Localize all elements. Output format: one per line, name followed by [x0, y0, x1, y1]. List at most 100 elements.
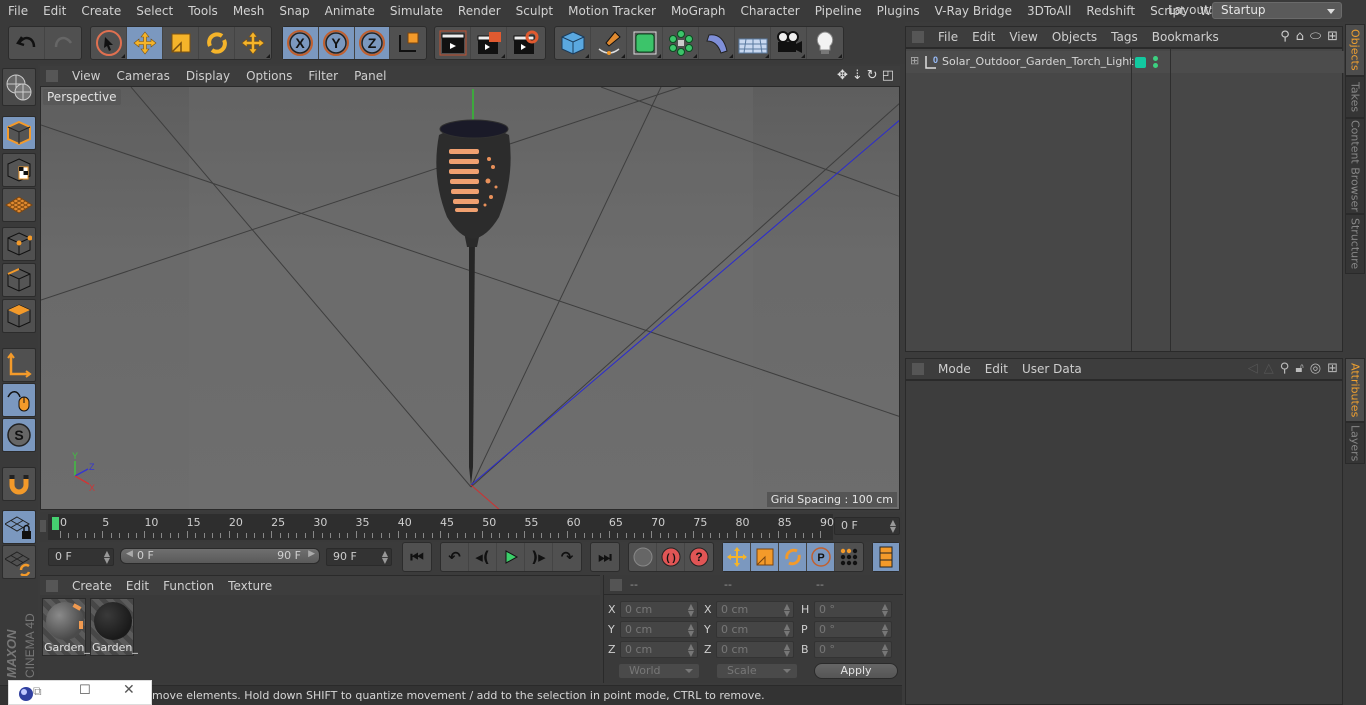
material-menu-create[interactable]: Create	[64, 579, 118, 593]
coord-input-field[interactable]: 0 cm ▲ ▼	[716, 601, 794, 618]
key-position-button[interactable]	[723, 543, 751, 571]
viewport-menu-filter[interactable]: Filter	[300, 69, 346, 83]
menu-simulate[interactable]: Simulate	[382, 4, 450, 18]
coordinate-system-button[interactable]	[390, 27, 426, 59]
range-right-arrow-icon[interactable]: ▶	[308, 549, 315, 559]
om-menu-bookmarks[interactable]: Bookmarks	[1144, 30, 1225, 44]
key-rotation-button[interactable]	[779, 543, 807, 571]
menu-sculpt[interactable]: Sculpt	[508, 4, 560, 18]
z-axis-button[interactable]: Z	[354, 27, 391, 59]
material-swatch[interactable]: Garden_	[90, 598, 138, 656]
range-left-arrow-icon[interactable]: ◀	[126, 549, 133, 559]
column-divider[interactable]	[1170, 49, 1171, 351]
spinner-icon[interactable]: ▲ ▼	[688, 623, 694, 638]
workplane-rotate-button[interactable]	[2, 545, 36, 579]
recent-tool-button[interactable]	[235, 27, 271, 59]
layer-color-swatch[interactable]	[1135, 57, 1146, 68]
object-name[interactable]: Solar_Outdoor_Garden_Torch_Light	[942, 55, 1134, 68]
menu-character[interactable]: Character	[732, 4, 806, 18]
viewport-menu-cameras[interactable]: Cameras	[108, 69, 177, 83]
deformer-button[interactable]	[699, 27, 735, 59]
undo-button[interactable]	[9, 27, 45, 59]
coord-input-field[interactable]: 0 cm ▲ ▼	[620, 621, 698, 638]
points-mode-button[interactable]	[2, 227, 36, 261]
workplane-lock-button[interactable]	[2, 510, 36, 544]
material-swatch[interactable]: Garden_	[42, 598, 90, 656]
polygons-mode-button[interactable]	[2, 299, 36, 333]
key-parameter-button[interactable]: P	[807, 543, 835, 571]
play-button[interactable]	[497, 543, 525, 571]
tab-attributes[interactable]: Attributes	[1345, 358, 1365, 422]
coord-input-field[interactable]: 0 cm ▲ ▼	[620, 601, 698, 618]
key-scale-button[interactable]	[751, 543, 779, 571]
panel-grip[interactable]	[912, 31, 924, 43]
target-icon[interactable]: ◎	[1310, 361, 1321, 376]
menu-mograph[interactable]: MoGraph	[663, 4, 733, 18]
subdivision-button[interactable]	[627, 27, 663, 59]
am-menu-mode[interactable]: Mode	[930, 362, 977, 376]
tweak-mode-button[interactable]	[2, 383, 36, 417]
autokeying-button[interactable]: ( )	[657, 543, 685, 571]
axis-mode-button[interactable]	[2, 348, 36, 382]
model-mode-button[interactable]	[2, 116, 36, 150]
menu-edit[interactable]: Edit	[35, 4, 73, 18]
camera-label[interactable]: Perspective	[43, 89, 121, 105]
floor-button[interactable]	[735, 27, 771, 59]
render-view-button[interactable]	[435, 27, 471, 59]
keyframe-selection-button[interactable]: ?	[685, 543, 713, 571]
spinner-icon[interactable]: ▲ ▼	[784, 603, 790, 618]
close-icon[interactable]: ✕	[123, 682, 135, 698]
am-menu-edit[interactable]: Edit	[977, 362, 1014, 376]
menu-select[interactable]: Select	[128, 4, 180, 18]
key-pla-button[interactable]	[835, 543, 863, 571]
menu-tools[interactable]: Tools	[180, 4, 225, 18]
coord-input-field[interactable]: 0 ° ▲ ▼	[814, 621, 892, 638]
coordinate-mode-select[interactable]: Scale	[716, 663, 798, 679]
render-picture-viewer-button[interactable]	[471, 27, 507, 59]
frame-range-slider[interactable]: ◀ 0 F 90 F ▶	[120, 548, 320, 564]
expand-icon[interactable]: ⊞	[910, 54, 919, 67]
menu-create[interactable]: Create	[73, 4, 128, 18]
y-axis-button[interactable]: Y	[318, 27, 355, 59]
panel-grip[interactable]	[610, 578, 622, 591]
texture-mode-button[interactable]	[2, 153, 36, 187]
maximize-view-icon[interactable]: ◰	[882, 68, 894, 83]
goto-end-button[interactable]: ⏭	[591, 543, 619, 571]
tab-content-browser[interactable]: Content Browser	[1345, 118, 1365, 214]
cloner-button[interactable]	[663, 27, 699, 59]
menu-file[interactable]: File	[0, 4, 35, 18]
layout-dropdown[interactable]: Startup	[1212, 2, 1342, 19]
coord-input-field[interactable]: 0 ° ▲ ▼	[814, 641, 892, 658]
coord-input-field[interactable]: 0 cm ▲ ▼	[716, 641, 794, 658]
scale-tool-button[interactable]	[163, 27, 199, 59]
viewport-menu-options[interactable]: Options	[238, 69, 300, 83]
om-menu-view[interactable]: View	[1001, 30, 1043, 44]
menu-animate[interactable]: Animate	[317, 4, 382, 18]
panel-grip[interactable]	[46, 70, 58, 82]
timeline-window-button[interactable]	[873, 543, 899, 571]
spinner-icon[interactable]: ▲ ▼	[688, 643, 694, 658]
rotate-tool-button[interactable]	[199, 27, 235, 59]
material-menu-edit[interactable]: Edit	[118, 579, 155, 593]
spinner-icon[interactable]: ▲ ▼	[382, 550, 388, 565]
panel-grip[interactable]	[912, 363, 924, 375]
home-icon[interactable]: ⌂	[1296, 29, 1304, 44]
menu-pipeline[interactable]: Pipeline	[807, 4, 869, 18]
coord-input-field[interactable]: 0 ° ▲ ▼	[814, 601, 892, 618]
search-icon[interactable]: ⚲	[1280, 29, 1290, 44]
light-button[interactable]	[807, 27, 843, 59]
end-frame-field[interactable]: 90 F ▲ ▼	[326, 548, 392, 566]
spinner-icon[interactable]: ▲ ▼	[882, 623, 888, 638]
spinner-icon[interactable]: ▲ ▼	[784, 623, 790, 638]
om-menu-tags[interactable]: Tags	[1103, 30, 1144, 44]
goto-start-button[interactable]: ⏮	[403, 543, 431, 571]
current-frame-marker[interactable]	[52, 517, 59, 530]
menu-motion-tracker[interactable]: Motion Tracker	[560, 4, 663, 18]
next-frame-button[interactable]: )▸	[525, 543, 553, 571]
om-menu-file[interactable]: File	[930, 30, 964, 44]
pen-spline-button[interactable]	[591, 27, 627, 59]
spinner-icon[interactable]: ▲ ▼	[784, 643, 790, 658]
current-frame-field[interactable]: 0 F ▲ ▼	[834, 517, 900, 535]
start-frame-field[interactable]: 0 F ▲ ▼	[48, 548, 114, 566]
edges-mode-button[interactable]	[2, 263, 36, 297]
